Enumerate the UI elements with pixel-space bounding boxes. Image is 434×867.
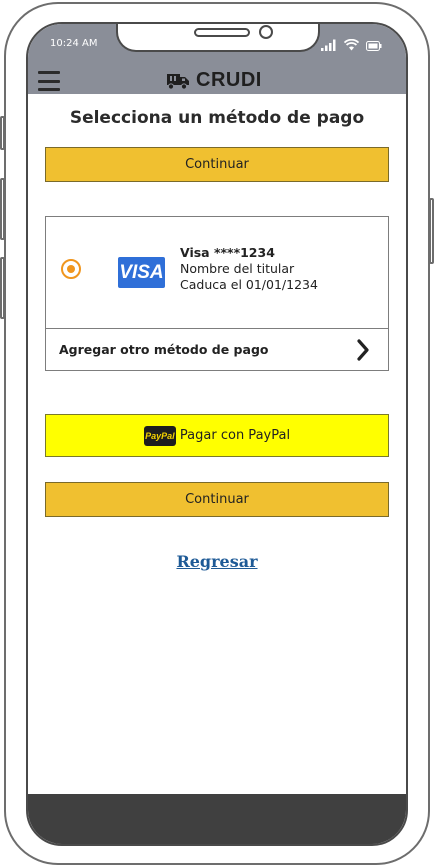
status-bar: 10:24 AM	[28, 24, 406, 68]
phone-volume-down-button	[0, 257, 5, 319]
paypal-logo: PayPal	[143, 425, 176, 446]
card-radio-button[interactable]	[61, 259, 81, 279]
truck-icon	[167, 73, 189, 90]
notch	[116, 24, 320, 52]
brand-name: CRUDI	[196, 69, 262, 91]
add-payment-method-label: Agregar otro método de pago	[59, 342, 269, 357]
wifi-icon	[344, 39, 359, 51]
signal-icon	[321, 39, 336, 51]
card-info: Visa ****1234 Nombre del titular Caduca …	[180, 245, 318, 293]
phone-power-button	[429, 198, 434, 264]
card-number: Visa ****1234	[180, 245, 275, 260]
add-payment-method-row[interactable]: Agregar otro método de pago	[46, 329, 388, 371]
back-link[interactable]: Regresar	[176, 552, 257, 571]
camera	[259, 25, 273, 39]
visa-logo: VISA	[118, 257, 165, 288]
screen: 10:24 AM CRUDI Selecciona un método de p…	[26, 22, 408, 846]
brand: CRUDI	[166, 69, 262, 92]
status-icons	[321, 39, 382, 51]
phone-volume-up-button	[0, 178, 5, 240]
page-title: Selecciona un método de pago	[69, 108, 365, 128]
battery-icon	[366, 41, 382, 51]
continue-button-bottom[interactable]: Continuar	[45, 482, 389, 517]
hamburger-icon[interactable]	[38, 71, 60, 91]
phone-side-button	[0, 116, 5, 150]
nav-bar: CRUDI	[28, 68, 406, 94]
paypal-button[interactable]: PayPal Pagar con PayPal	[45, 414, 389, 457]
card-holder: Nombre del titular	[180, 261, 295, 276]
payment-methods-box: VISA Visa ****1234 Nombre del titular Ca…	[45, 216, 389, 371]
speaker	[194, 28, 250, 37]
continue-button-top[interactable]: Continuar	[45, 147, 389, 182]
status-time: 10:24 AM	[50, 38, 98, 49]
back-link-container: Regresar	[28, 552, 406, 571]
card-expiry: Caduca el 01/01/1234	[180, 277, 318, 292]
paypal-button-label: Pagar con PayPal	[179, 428, 291, 443]
bottom-bar	[28, 794, 406, 844]
chevron-right-icon	[357, 339, 369, 361]
